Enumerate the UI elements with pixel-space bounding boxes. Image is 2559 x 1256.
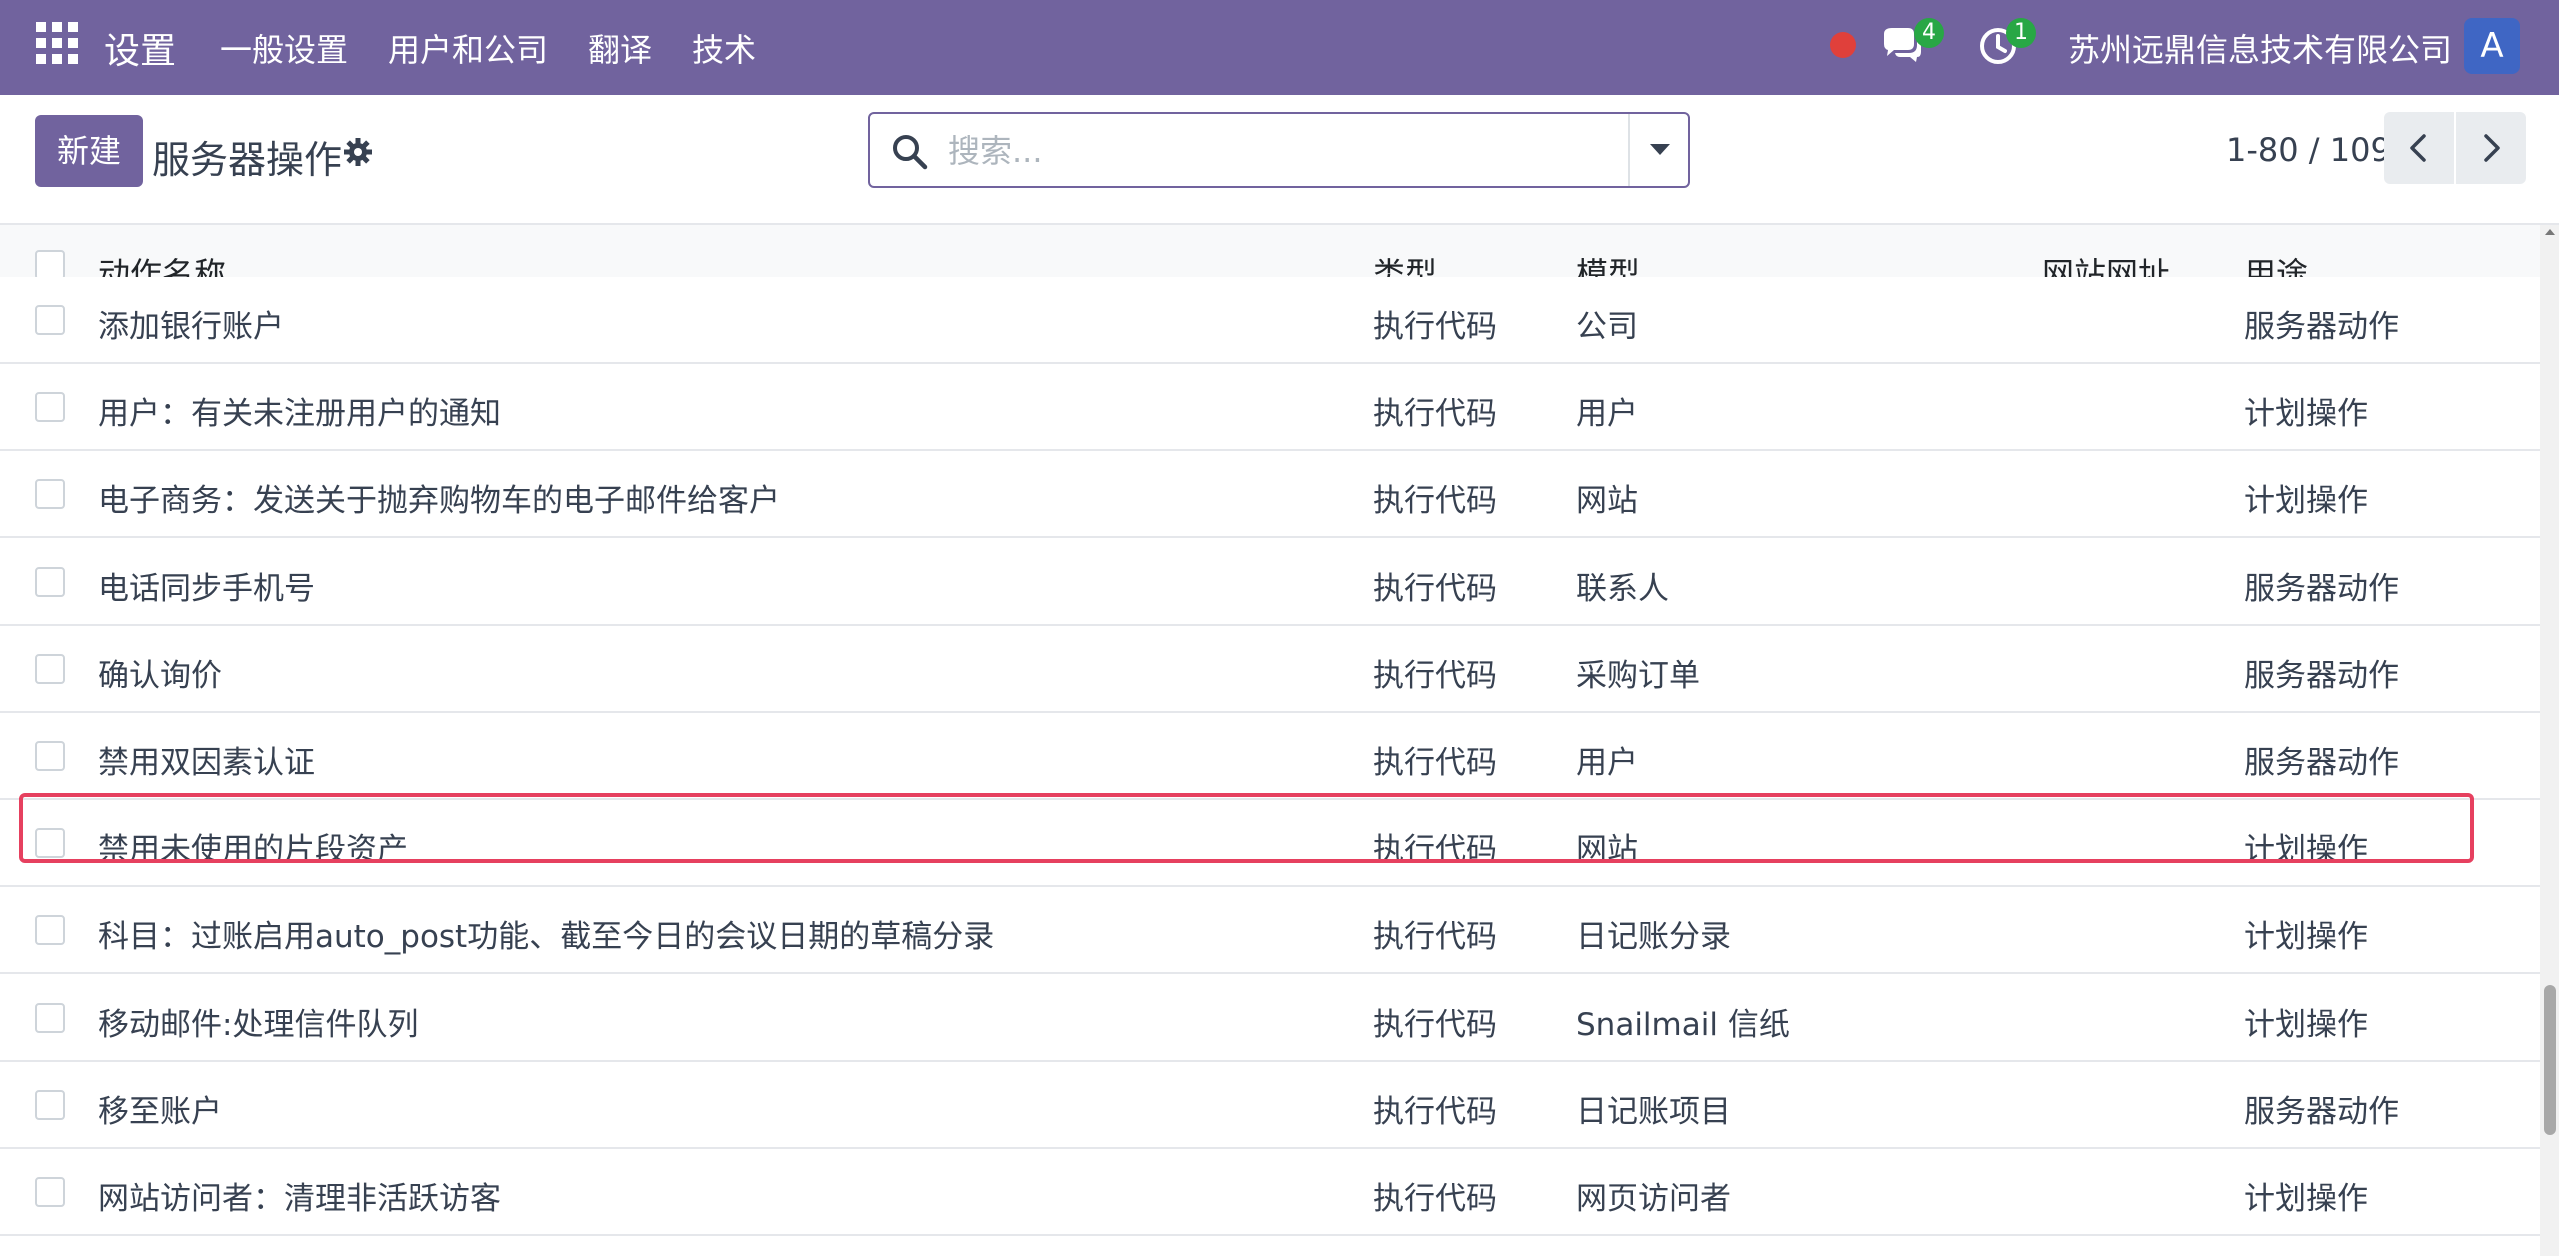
chevron-right-icon [2484,134,2500,162]
row-checkbox[interactable] [35,915,65,945]
cell-type: 执行代码 [1373,571,1497,607]
company-switcher[interactable]: 苏州远鼎信息技术有限公司 [2068,25,2452,71]
cell-action-name: 禁用双因素认证 [98,745,315,781]
table-row[interactable]: 移动邮件:处理信件队列 执行代码 Snailmail 信纸 计划操作 [0,975,2540,1062]
cell-type: 执行代码 [1373,396,1497,432]
scroll-up-arrow-icon[interactable] [2545,229,2555,235]
row-checkbox[interactable] [35,654,65,684]
cell-model: 联系人 [1576,571,1669,607]
row-checkbox[interactable] [35,1177,65,1207]
caret-down-icon [1650,144,1670,155]
cell-usage: 服务器动作 [2244,745,2399,781]
search-bar [868,112,1690,188]
cell-type: 执行代码 [1373,832,1497,868]
cell-model: 网站 [1576,483,1638,519]
row-checkbox[interactable] [35,1003,65,1033]
apps-menu-icon[interactable] [36,22,78,64]
cell-model: 网站 [1576,832,1638,868]
gear-icon[interactable] [343,137,373,167]
cell-usage: 服务器动作 [2244,309,2399,345]
menu-translations[interactable]: 翻译 [588,25,652,71]
cell-action-name: 电话同步手机号 [98,571,315,607]
cell-model: 用户 [1576,396,1638,432]
scrollbar-thumb[interactable] [2544,985,2556,1135]
row-checkbox[interactable] [35,741,65,771]
search-input[interactable] [948,122,1568,180]
user-avatar[interactable]: A [2464,18,2520,74]
cell-usage: 计划操作 [2244,1007,2368,1043]
row-checkbox[interactable] [35,392,65,422]
menu-users-companies[interactable]: 用户和公司 [388,25,548,71]
cell-usage: 服务器动作 [2244,571,2399,607]
pager-previous-button[interactable] [2384,112,2454,184]
app-title[interactable]: 设置 [104,22,176,74]
list-view: 动作名称 类型 模型 网站网址 用途 添加银行账户 执行代码 公司 服务器动作 用户：有… [0,225,2540,1256]
table-row[interactable]: 电话同步手机号 执行代码 联系人 服务器动作 [0,539,2540,626]
breadcrumb: 服务器操作 [152,138,343,182]
table-row[interactable]: 禁用双因素认证 执行代码 用户 服务器动作 [0,713,2540,800]
cell-action-name: 确认询价 [98,658,222,694]
cell-usage: 计划操作 [2244,483,2368,519]
table-row[interactable]: 网站访问者：清理非活跃访客 执行代码 网页访问者 计划操作 [0,1149,2540,1236]
cell-model: Snailmail 信纸 [1576,1007,1790,1043]
control-panel: 新建 服务器操作 1-80 / 109 [0,95,2559,225]
select-all-checkbox[interactable] [35,250,65,280]
cell-usage: 计划操作 [2244,1181,2368,1217]
cell-usage: 计划操作 [2244,832,2368,868]
top-navbar: 设置 一般设置 用户和公司 翻译 技术 4 1 苏州远鼎信息技术有限公司 A [0,0,2559,95]
table-row[interactable]: 禁用未使用的片段资产 执行代码 网站 计划操作 [0,800,2540,887]
cell-action-name: 移至账户 [98,1094,222,1130]
cell-model: 日记账项目 [1576,1094,1731,1130]
row-checkbox[interactable] [35,1090,65,1120]
cell-type: 执行代码 [1373,658,1497,694]
cell-type: 执行代码 [1373,1181,1497,1217]
cell-action-name: 科目：过账启用auto_post功能、截至今日的会议日期的草稿分录 [98,919,995,955]
menu-technical[interactable]: 技术 [692,25,756,71]
cell-action-name: 移动邮件:处理信件队列 [98,1007,419,1043]
row-checkbox[interactable] [35,567,65,597]
search-icon [893,135,928,170]
cell-type: 执行代码 [1373,309,1497,345]
cell-usage: 计划操作 [2244,919,2368,955]
cell-model: 网页访问者 [1576,1181,1731,1217]
cell-action-name: 电子商务：发送关于抛弃购物车的电子邮件给客户 [98,483,780,519]
new-button[interactable]: 新建 [35,115,143,187]
cell-usage: 计划操作 [2244,396,2368,432]
table-row[interactable]: 确认询价 执行代码 采购订单 服务器动作 [0,626,2540,713]
cell-model: 日记账分录 [1576,919,1731,955]
search-options-toggle[interactable] [1630,114,1688,186]
messages-count-badge: 4 [1914,18,1944,48]
table-row[interactable]: 电子商务：发送关于抛弃购物车的电子邮件给客户 执行代码 网站 计划操作 [0,451,2540,538]
table-row[interactable]: 用户：有关未注册用户的通知 执行代码 用户 计划操作 [0,364,2540,451]
cell-type: 执行代码 [1373,745,1497,781]
cell-usage: 服务器动作 [2244,1094,2399,1130]
status-dot-icon[interactable] [1830,32,1856,58]
vertical-scrollbar[interactable] [2540,225,2559,1256]
cell-action-name: 用户：有关未注册用户的通知 [98,396,501,432]
cell-action-name: 禁用未使用的片段资产 [98,832,408,868]
cell-model: 公司 [1576,309,1638,345]
pager-value[interactable]: 1-80 / 109 [2226,131,2391,169]
chevron-left-icon [2410,134,2426,162]
table-row[interactable]: 移至账户 执行代码 日记账项目 服务器动作 [0,1062,2540,1149]
cell-type: 执行代码 [1373,1094,1497,1130]
cell-usage: 服务器动作 [2244,658,2399,694]
cell-action-name: 网站访问者：清理非活跃访客 [98,1181,501,1217]
row-checkbox[interactable] [35,305,65,335]
activities-count-badge: 1 [2006,18,2036,48]
main-menu: 一般设置 用户和公司 翻译 技术 [220,25,796,71]
menu-general-settings[interactable]: 一般设置 [220,25,348,71]
cell-action-name: 添加银行账户 [98,309,284,345]
cell-type: 执行代码 [1373,919,1497,955]
cell-model: 采购订单 [1576,658,1700,694]
row-checkbox[interactable] [35,479,65,509]
table-row[interactable]: 添加银行账户 执行代码 公司 服务器动作 [0,277,2540,364]
pager-next-button[interactable] [2456,112,2526,184]
cell-type: 执行代码 [1373,1007,1497,1043]
cell-type: 执行代码 [1373,483,1497,519]
table-row[interactable]: 科目：过账启用auto_post功能、截至今日的会议日期的草稿分录 执行代码 日记账… [0,887,2540,974]
row-checkbox[interactable] [35,828,65,858]
cell-model: 用户 [1576,745,1638,781]
